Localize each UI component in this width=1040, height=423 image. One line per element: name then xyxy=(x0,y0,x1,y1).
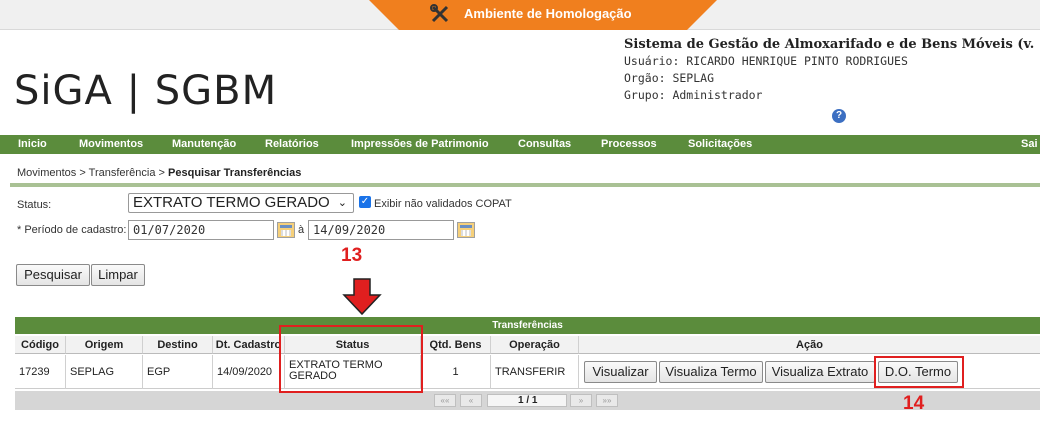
breadcrumb-separator: > xyxy=(158,167,165,179)
system-info: Sistema de Gestão de Almoxarifado e de B… xyxy=(624,36,1040,104)
period-label: * Período de cadastro: xyxy=(17,224,127,236)
group-info: Grupo: Administrador xyxy=(624,88,763,102)
date-to-input[interactable]: 14/09/2020 xyxy=(308,220,454,240)
visualiza-extrato-button[interactable]: Visualiza Extrato xyxy=(765,361,875,383)
menu-item-movimentos[interactable]: Movimentos xyxy=(79,138,143,150)
annotation-14: 14 xyxy=(903,393,925,414)
breadcrumb: Movimentos > Transferência > Pesquisar T… xyxy=(17,167,301,179)
cell-qtd-bens: 1 xyxy=(421,355,491,389)
date-from-input[interactable]: 01/07/2020 xyxy=(128,220,274,240)
col-header-destino: Destino xyxy=(143,336,213,354)
prev-page-button[interactable]: « xyxy=(460,394,482,407)
menu-item-sair[interactable]: Sai xyxy=(1021,138,1038,150)
cell-destino: EGP xyxy=(143,355,213,389)
environment-bar: Ambiente de Homologação xyxy=(0,0,1040,30)
table-title: Transferências xyxy=(15,317,1040,334)
last-page-button[interactable]: »» xyxy=(596,394,618,407)
col-header-qtd-bens: Qtd. Bens xyxy=(421,336,491,354)
cell-operacao: TRANSFERIR xyxy=(491,355,579,389)
menu-item-solicitacoes[interactable]: Solicitações xyxy=(688,138,752,150)
breadcrumb-movimentos[interactable]: Movimentos xyxy=(17,167,76,179)
col-header-operacao: Operação xyxy=(491,336,579,354)
search-button[interactable]: Pesquisar xyxy=(16,264,90,286)
col-header-acao: Ação xyxy=(579,336,1040,354)
page-indicator: 1 / 1 xyxy=(487,394,567,407)
tools-icon xyxy=(429,4,451,24)
cell-origem: SEPLAG xyxy=(66,355,143,389)
main-menu: Inicio Movimentos Manutenção Relatórios … xyxy=(0,135,1040,154)
visualizar-button[interactable]: Visualizar xyxy=(584,361,657,383)
environment-tab: Ambiente de Homologação xyxy=(369,0,717,30)
status-select[interactable]: EXTRATO TERMO GERADO ⌄ xyxy=(128,193,354,213)
menu-item-consultas[interactable]: Consultas xyxy=(518,138,571,150)
first-page-button[interactable]: «« xyxy=(434,394,456,407)
col-header-dt-cadastro: Dt. Cadastro xyxy=(213,336,285,354)
status-label: Status: xyxy=(17,199,52,211)
org-info: Orgão: SEPLAG xyxy=(624,71,715,85)
chevron-down-icon: ⌄ xyxy=(337,197,347,209)
cell-dt-cadastro: 14/09/2020 xyxy=(213,355,285,389)
menu-item-inicio[interactable]: Inicio xyxy=(18,138,47,150)
annotation-box-do-termo xyxy=(874,356,964,388)
annotation-13: 13 xyxy=(341,245,363,266)
col-header-codigo: Código xyxy=(15,336,66,354)
copat-checkbox-label: Exibir não validados COPAT xyxy=(374,198,512,210)
next-page-button[interactable]: » xyxy=(570,394,592,407)
cell-codigo: 17239 xyxy=(15,355,66,389)
calendar-icon[interactable] xyxy=(457,222,475,238)
help-icon[interactable]: ? xyxy=(832,109,846,123)
status-select-value: EXTRATO TERMO GERADO xyxy=(133,194,330,211)
breadcrumb-transferencia[interactable]: > Transferência xyxy=(79,167,155,179)
menu-item-relatorios[interactable]: Relatórios xyxy=(265,138,319,150)
user-info: Usuário: RICARDO HENRIQUE PINTO RODRIGUE… xyxy=(624,54,908,68)
calendar-icon[interactable] xyxy=(277,222,295,238)
menu-item-impressoes[interactable]: Impressões de Patrimonio xyxy=(351,138,489,150)
app-logo: SiGA | SGBM xyxy=(14,68,278,114)
menu-item-processos[interactable]: Processos xyxy=(601,138,657,150)
environment-label: Ambiente de Homologação xyxy=(464,6,632,21)
breadcrumb-current: Pesquisar Transferências xyxy=(168,167,302,179)
visualiza-termo-button[interactable]: Visualiza Termo xyxy=(659,361,763,383)
annotation-box-status xyxy=(279,325,423,393)
breadcrumb-divider xyxy=(10,183,1040,187)
copat-checkbox[interactable]: ✓ xyxy=(359,196,371,208)
arrow-down-icon xyxy=(342,278,382,316)
date-separator: à xyxy=(298,224,305,236)
clear-button[interactable]: Limpar xyxy=(91,264,145,286)
system-title: Sistema de Gestão de Almoxarifado e de B… xyxy=(624,37,1040,52)
col-header-origem: Origem xyxy=(66,336,143,354)
menu-item-manutencao[interactable]: Manutenção xyxy=(172,138,236,150)
